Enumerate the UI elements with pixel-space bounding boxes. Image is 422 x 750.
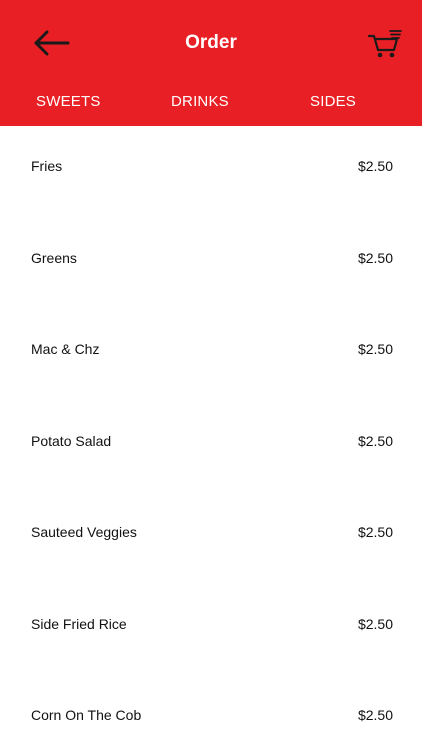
list-item[interactable]: Potato Salad $2.50	[0, 401, 422, 461]
list-item[interactable]: Corn On The Cob $2.50	[0, 675, 422, 735]
item-name: Sauteed Veggies	[31, 524, 137, 540]
item-name: Side Fried Rice	[31, 616, 127, 632]
back-button[interactable]	[30, 26, 74, 60]
list-item[interactable]: Side Fried Rice $2.50	[0, 584, 422, 644]
item-name: Greens	[31, 250, 77, 266]
item-name: Fries	[31, 158, 63, 174]
tab-sides[interactable]: SIDES	[310, 84, 356, 120]
item-price: $2.50	[357, 158, 393, 174]
list-item[interactable]: Fries $2.50	[0, 126, 422, 186]
item-price: $2.50	[357, 524, 393, 540]
list-item[interactable]: Sauteed Veggies $2.50	[0, 492, 422, 552]
tab-sweets[interactable]: SWEETS	[36, 84, 101, 120]
shopping-cart-icon	[366, 26, 406, 60]
item-price: $2.50	[357, 707, 393, 723]
category-tabs: SWEETS DRINKS SIDES	[0, 84, 422, 120]
arrow-left-icon	[30, 26, 74, 60]
item-price: $2.50	[357, 341, 393, 357]
menu-item-list: Fries $2.50 Greens $2.50 Mac & Chz $2.50…	[0, 126, 422, 750]
cart-button[interactable]	[366, 26, 406, 60]
item-price: $2.50	[357, 433, 393, 449]
tab-drinks[interactable]: DRINKS	[171, 84, 229, 120]
item-price: $2.50	[357, 250, 393, 266]
list-item[interactable]: Mac & Chz $2.50	[0, 309, 422, 369]
app-header: Order SWEETS DRINKS SIDES	[0, 0, 422, 126]
item-name: Corn On The Cob	[31, 707, 142, 723]
item-name: Mac & Chz	[31, 341, 100, 357]
item-name: Potato Salad	[31, 433, 112, 449]
list-item[interactable]: Greens $2.50	[0, 218, 422, 278]
item-price: $2.50	[357, 616, 393, 632]
